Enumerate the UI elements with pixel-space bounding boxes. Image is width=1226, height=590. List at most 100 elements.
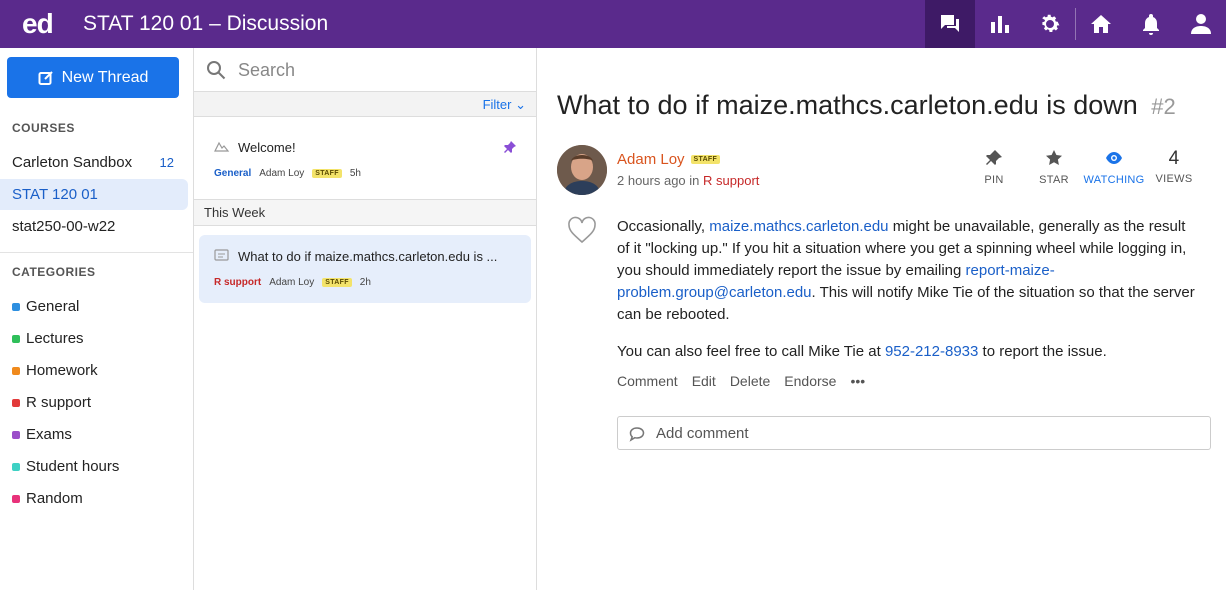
category-label: General xyxy=(26,298,80,315)
add-comment-placeholder: Add comment xyxy=(656,424,749,442)
compose-icon xyxy=(38,70,53,85)
category-item-lectures[interactable]: Lectures xyxy=(12,330,84,347)
thread-list: Filter ⌄ Welcome! General Adam Loy STAFF… xyxy=(194,48,537,590)
star-button[interactable]: STAR xyxy=(1024,149,1084,186)
sidebar: New Thread COURSES Carleton Sandbox 12 S… xyxy=(0,48,194,590)
comment-icon xyxy=(629,427,645,442)
post-view: What to do if maize.mathcs.carleton.edu … xyxy=(537,48,1226,590)
category-dot xyxy=(12,366,20,375)
search-icon xyxy=(207,61,226,80)
category-label: Random xyxy=(26,490,83,507)
post-category[interactable]: R support xyxy=(703,173,759,188)
user-icon[interactable] xyxy=(1176,0,1226,48)
bell-icon[interactable] xyxy=(1126,0,1176,48)
thread-category: R support xyxy=(214,277,262,288)
thread-category: General xyxy=(214,168,252,179)
chart-icon[interactable] xyxy=(975,0,1025,48)
comment-button[interactable]: Comment xyxy=(617,373,678,389)
course-item-stat250[interactable]: stat250-00-w22 xyxy=(0,211,188,242)
endorse-button[interactable]: Endorse xyxy=(784,373,836,389)
category-dot xyxy=(12,430,20,439)
category-label: R support xyxy=(26,394,92,411)
star-label: STAR xyxy=(1039,174,1069,186)
post-title: What to do if maize.mathcs.carleton.edu … xyxy=(557,90,1176,121)
course-label: stat250-00-w22 xyxy=(12,218,116,235)
pin-icon xyxy=(986,150,1002,165)
post-actions: Comment Edit Delete Endorse ••• xyxy=(617,373,865,389)
category-item-general[interactable]: General xyxy=(12,298,79,315)
thread-time: 5h xyxy=(349,168,361,179)
post-paragraph: You can also feel free to call Mike Tie … xyxy=(617,341,1197,363)
unread-count: 12 xyxy=(159,155,174,170)
views-counter: 4 VIEWS xyxy=(1144,149,1204,186)
post-title-text: What to do if maize.mathcs.carleton.edu … xyxy=(557,90,1138,120)
watching-button[interactable]: WATCHING xyxy=(1083,149,1144,186)
filter-bar: Filter ⌄ xyxy=(194,92,536,117)
course-label: Carleton Sandbox xyxy=(12,154,133,171)
posted-time: 2 hours ago in xyxy=(617,173,700,188)
category-item-exams[interactable]: Exams xyxy=(12,426,72,443)
home-icon[interactable] xyxy=(1076,0,1126,48)
staff-badge: STAFF xyxy=(690,155,721,164)
course-item-carleton-sandbox[interactable]: Carleton Sandbox 12 xyxy=(0,147,188,178)
category-item-student-hours[interactable]: Student hours xyxy=(12,458,119,475)
divider xyxy=(0,252,193,253)
category-item-r-support[interactable]: R support xyxy=(12,394,91,411)
heart-icon[interactable] xyxy=(567,216,597,244)
category-label: Homework xyxy=(26,362,98,379)
more-options-icon[interactable]: ••• xyxy=(850,373,865,389)
ed-logo[interactable]: ed xyxy=(22,8,54,40)
add-comment-field[interactable]: Add comment xyxy=(617,416,1211,450)
thread-item-maize[interactable]: What to do if maize.mathcs.carleton.edu … xyxy=(199,235,531,303)
thread-author: Adam Loy xyxy=(259,168,305,179)
maize-link[interactable]: maize.mathcs.carleton.edu xyxy=(709,218,888,235)
thread-title: Welcome! xyxy=(238,140,296,155)
phone-link[interactable]: 952-212-8933 xyxy=(885,343,978,360)
pin-label: PIN xyxy=(984,174,1004,186)
question-icon xyxy=(214,249,229,261)
pin-button[interactable]: PIN xyxy=(964,149,1024,186)
top-bar: ed STAT 120 01 – Discussion xyxy=(0,0,1226,48)
course-item-stat-120-01[interactable]: STAT 120 01 xyxy=(0,179,188,210)
category-dot xyxy=(12,302,20,311)
post-actions-top: PIN STAR WATCHING 4 VIEWS xyxy=(964,149,1204,187)
views-label: VIEWS xyxy=(1155,173,1193,185)
body-text: Occasionally, xyxy=(617,218,710,235)
category-dot xyxy=(12,494,20,503)
page-title: STAT 120 01 – Discussion xyxy=(83,12,329,35)
post-timestamp: 2 hours ago in R support xyxy=(617,173,759,188)
week-heading: This Week xyxy=(194,199,536,226)
delete-button[interactable]: Delete xyxy=(730,373,770,389)
edit-button[interactable]: Edit xyxy=(692,373,716,389)
new-thread-button[interactable]: New Thread xyxy=(7,57,179,98)
gear-icon[interactable] xyxy=(1025,0,1075,48)
search-input[interactable] xyxy=(238,56,518,84)
author-info: Adam Loy STAFF xyxy=(617,151,721,168)
staff-badge: STAFF xyxy=(312,169,342,178)
announcement-icon xyxy=(214,141,230,152)
category-label: Exams xyxy=(26,426,72,443)
filter-button[interactable]: Filter ⌄ xyxy=(483,97,526,113)
category-label: Lectures xyxy=(26,330,84,347)
thread-meta: R support Adam Loy STAFF 2h xyxy=(214,277,371,288)
thread-author: Adam Loy xyxy=(269,277,315,288)
top-nav xyxy=(925,0,1226,48)
category-item-random[interactable]: Random xyxy=(12,490,83,507)
category-label: Student hours xyxy=(26,458,120,475)
thread-item-welcome[interactable]: Welcome! General Adam Loy STAFF 5h xyxy=(199,126,531,186)
post-paragraph: Occasionally, maize.mathcs.carleton.edu … xyxy=(617,216,1197,326)
category-item-homework[interactable]: Homework xyxy=(12,362,98,379)
thread-meta: General Adam Loy STAFF 5h xyxy=(214,168,361,179)
pin-icon xyxy=(504,141,516,153)
post-number: #2 xyxy=(1151,94,1176,119)
author-name[interactable]: Adam Loy xyxy=(617,151,685,168)
eye-icon xyxy=(1106,152,1122,164)
category-dot xyxy=(12,462,20,471)
course-label: STAT 120 01 xyxy=(12,186,98,203)
body-text: You can also feel free to call Mike Tie … xyxy=(617,343,885,360)
filter-label: Filter xyxy=(482,97,512,112)
avatar[interactable] xyxy=(557,145,607,195)
chat-icon[interactable] xyxy=(925,0,975,48)
category-dot xyxy=(12,398,20,407)
chevron-down-icon: ⌄ xyxy=(515,97,526,112)
